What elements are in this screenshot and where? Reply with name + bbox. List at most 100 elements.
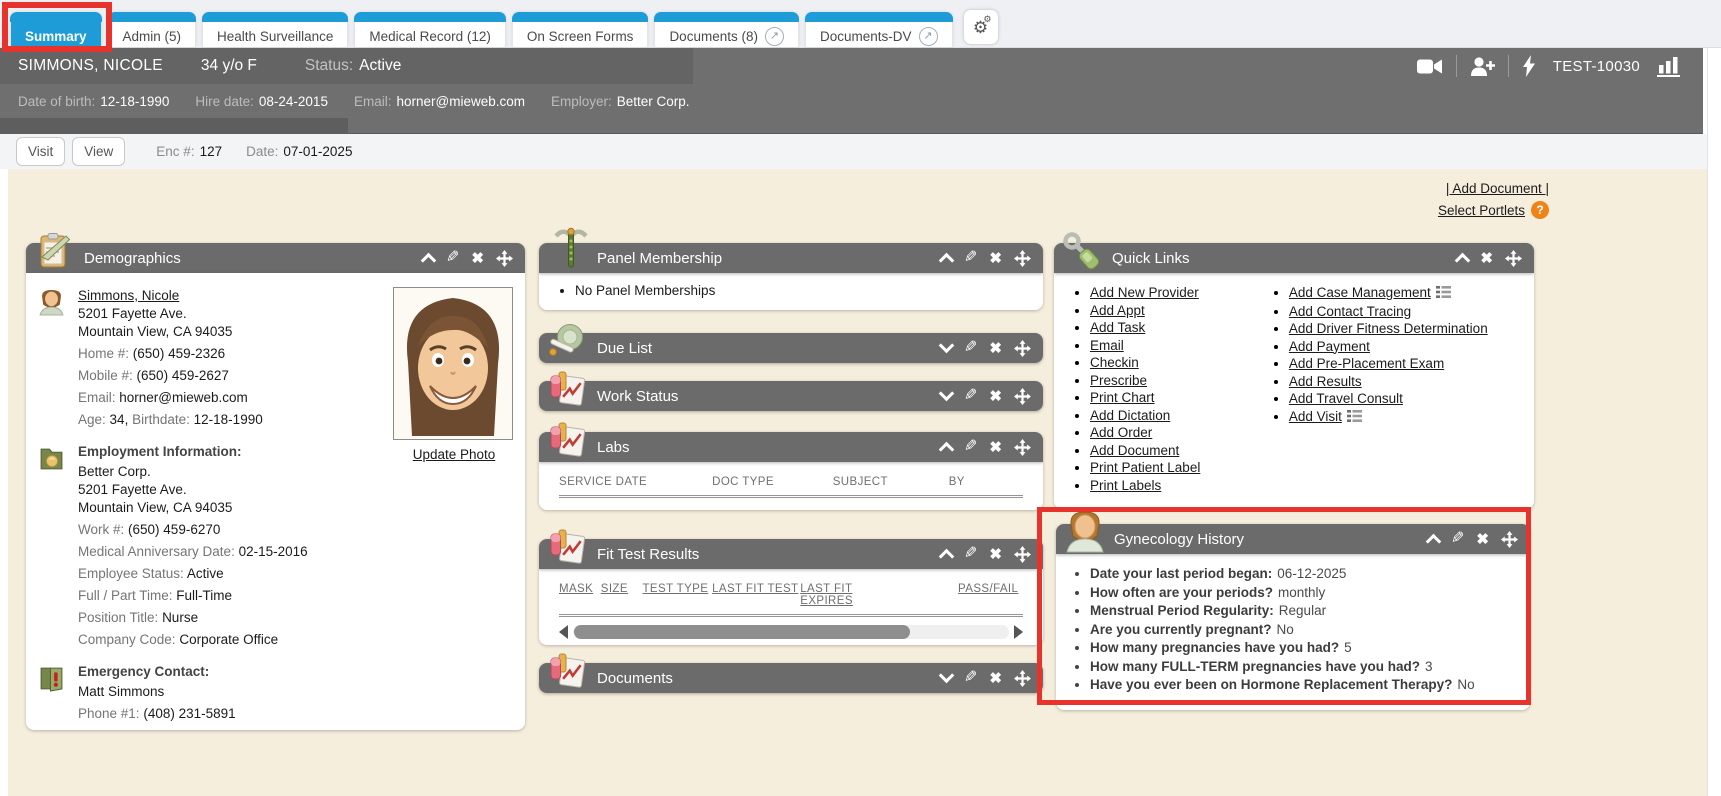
pencil-icon[interactable]: ✎ — [964, 670, 977, 686]
close-icon[interactable]: ✖ — [989, 251, 1002, 266]
quick-link-add-visit[interactable]: Add Visit — [1289, 409, 1342, 424]
move-icon[interactable] — [1014, 250, 1031, 267]
tab-health-surveillance[interactable]: Health Surveillance — [202, 12, 348, 47]
chevron-up-icon[interactable] — [423, 250, 434, 266]
quick-link-add-appt[interactable]: Add Appt — [1090, 303, 1145, 318]
fit-col-last-fit-test[interactable]: LAST FIT TEST — [712, 583, 800, 607]
quick-link-add-results[interactable]: Add Results — [1289, 374, 1362, 389]
chevron-up-icon[interactable] — [941, 439, 952, 455]
move-icon[interactable] — [496, 250, 513, 267]
summary-actions: | Add Document | Select Portlets ? — [1438, 181, 1549, 219]
tab-documents[interactable]: Documents (8)↗ — [654, 12, 799, 47]
move-icon[interactable] — [1501, 531, 1518, 548]
quick-link-add-document[interactable]: Add Document — [1090, 443, 1179, 458]
due-list-header[interactable]: Due List ✎ ✖ — [539, 333, 1043, 363]
patient-photo[interactable] — [393, 287, 513, 440]
quick-link-add-task[interactable]: Add Task — [1090, 320, 1145, 335]
pencil-icon[interactable]: ✎ — [1451, 531, 1464, 547]
quick-link-add-travel-consult[interactable]: Add Travel Consult — [1289, 391, 1403, 406]
quick-link-add-dictation[interactable]: Add Dictation — [1090, 408, 1170, 423]
page-scrollbar[interactable] — [1707, 48, 1721, 796]
visit-button[interactable]: Visit — [16, 137, 65, 166]
pencil-icon[interactable]: ✎ — [964, 439, 977, 455]
pencil-icon[interactable]: ✎ — [964, 546, 977, 562]
fit-col-size[interactable]: SIZE — [601, 583, 643, 607]
help-icon[interactable]: ? — [1531, 201, 1549, 219]
move-icon[interactable] — [1014, 670, 1031, 687]
scrollbar-track[interactable] — [573, 625, 1009, 639]
demographics-header[interactable]: Demographics ✎ ✖ — [26, 243, 525, 273]
tab-settings-button[interactable]: ⚙ ⚙ — [963, 9, 999, 45]
lightning-bolt-icon[interactable] — [1522, 55, 1536, 77]
pencil-icon[interactable]: ✎ — [964, 250, 977, 266]
close-icon[interactable]: ✖ — [1480, 251, 1493, 266]
close-icon[interactable]: ✖ — [989, 440, 1002, 455]
close-icon[interactable]: ✖ — [989, 341, 1002, 356]
quick-link-print-chart[interactable]: Print Chart — [1090, 390, 1155, 405]
tab-medical-record[interactable]: Medical Record (12) — [354, 12, 506, 47]
quick-link-add-new-provider[interactable]: Add New Provider — [1090, 285, 1199, 300]
move-icon[interactable] — [1014, 439, 1031, 456]
chevron-up-icon[interactable] — [941, 250, 952, 266]
tab-documents-dv[interactable]: Documents-DV↗ — [805, 12, 953, 47]
fit-col-test-type[interactable]: TEST TYPE — [643, 583, 713, 607]
quick-link-print-labels[interactable]: Print Labels — [1090, 478, 1161, 493]
chevron-up-icon[interactable] — [1457, 250, 1468, 266]
chevron-down-icon[interactable] — [941, 670, 952, 686]
bar-chart-icon[interactable] — [1657, 56, 1680, 77]
open-in-new-icon[interactable]: ↗ — [765, 27, 784, 46]
gynecology-header[interactable]: Gynecology History ✎ ✖ — [1056, 524, 1530, 554]
select-portlets-link[interactable]: Select Portlets — [1438, 203, 1525, 218]
fit-col-pass-fail[interactable]: PASS/FAIL — [958, 583, 1023, 607]
scroll-right-arrow-icon[interactable] — [1014, 625, 1023, 639]
tab-on-screen-forms[interactable]: On Screen Forms — [512, 12, 649, 47]
labs-header[interactable]: Labs ✎ ✖ — [539, 432, 1043, 462]
panel-membership-header[interactable]: Panel Membership ✎ ✖ — [539, 243, 1043, 273]
chevron-down-icon[interactable] — [941, 388, 952, 404]
scrollbar-thumb[interactable] — [574, 625, 910, 639]
tab-summary[interactable]: Summary — [10, 12, 102, 47]
documents-header[interactable]: Documents ✎ ✖ — [539, 663, 1043, 693]
patient-name-link[interactable]: Simmons, Nicole — [78, 288, 179, 303]
update-photo-link[interactable]: Update Photo — [413, 446, 496, 464]
chevron-up-icon[interactable] — [1428, 531, 1439, 547]
tab-admin[interactable]: Admin (5) — [108, 12, 197, 47]
view-button[interactable]: View — [72, 137, 125, 166]
move-icon[interactable] — [1014, 546, 1031, 563]
pencil-icon[interactable]: ✎ — [446, 250, 459, 266]
due-list-icon — [546, 321, 588, 367]
fit-col-last-fit-expires[interactable]: LAST FIT EXPIRES — [800, 583, 902, 607]
open-in-new-icon[interactable]: ↗ — [919, 27, 938, 46]
quick-link-add-contact-tracing[interactable]: Add Contact Tracing — [1289, 304, 1411, 319]
quick-link-add-pre-placement-exam[interactable]: Add Pre-Placement Exam — [1289, 356, 1444, 371]
work-status-header[interactable]: Work Status ✎ ✖ — [539, 381, 1043, 411]
close-icon[interactable]: ✖ — [989, 547, 1002, 562]
quick-link-print-patient-label[interactable]: Print Patient Label — [1090, 460, 1200, 475]
close-icon[interactable]: ✖ — [989, 389, 1002, 404]
pencil-icon[interactable]: ✎ — [964, 340, 977, 356]
move-icon[interactable] — [1014, 388, 1031, 405]
quick-link-add-case-management[interactable]: Add Case Management — [1289, 285, 1431, 300]
fit-test-header[interactable]: Fit Test Results ✎ ✖ — [539, 539, 1043, 569]
close-icon[interactable]: ✖ — [1476, 532, 1489, 547]
quick-link-add-payment[interactable]: Add Payment — [1289, 339, 1370, 354]
add-person-icon[interactable] — [1470, 57, 1495, 76]
quick-link-prescribe[interactable]: Prescribe — [1090, 373, 1147, 388]
quick-link-email[interactable]: Email — [1090, 338, 1124, 353]
chevron-up-icon[interactable] — [941, 546, 952, 562]
close-icon[interactable]: ✖ — [989, 671, 1002, 686]
move-icon[interactable] — [1014, 340, 1031, 357]
move-icon[interactable] — [1505, 250, 1522, 267]
add-document-link[interactable]: | Add Document | — [1446, 181, 1549, 196]
video-camera-icon[interactable] — [1417, 58, 1443, 75]
email-value: horner@mieweb.com — [396, 94, 525, 109]
quick-link-checkin[interactable]: Checkin — [1090, 355, 1139, 370]
quick-link-add-driver-fitness-determination[interactable]: Add Driver Fitness Determination — [1289, 321, 1488, 336]
close-icon[interactable]: ✖ — [471, 251, 484, 266]
chevron-down-icon[interactable] — [941, 340, 952, 356]
quick-links-header[interactable]: Quick Links ✖ — [1054, 243, 1534, 273]
quick-link-add-order[interactable]: Add Order — [1090, 425, 1152, 440]
pencil-icon[interactable]: ✎ — [964, 388, 977, 404]
fit-col-mask[interactable]: MASK — [559, 583, 601, 607]
scroll-left-arrow-icon[interactable] — [559, 625, 568, 639]
